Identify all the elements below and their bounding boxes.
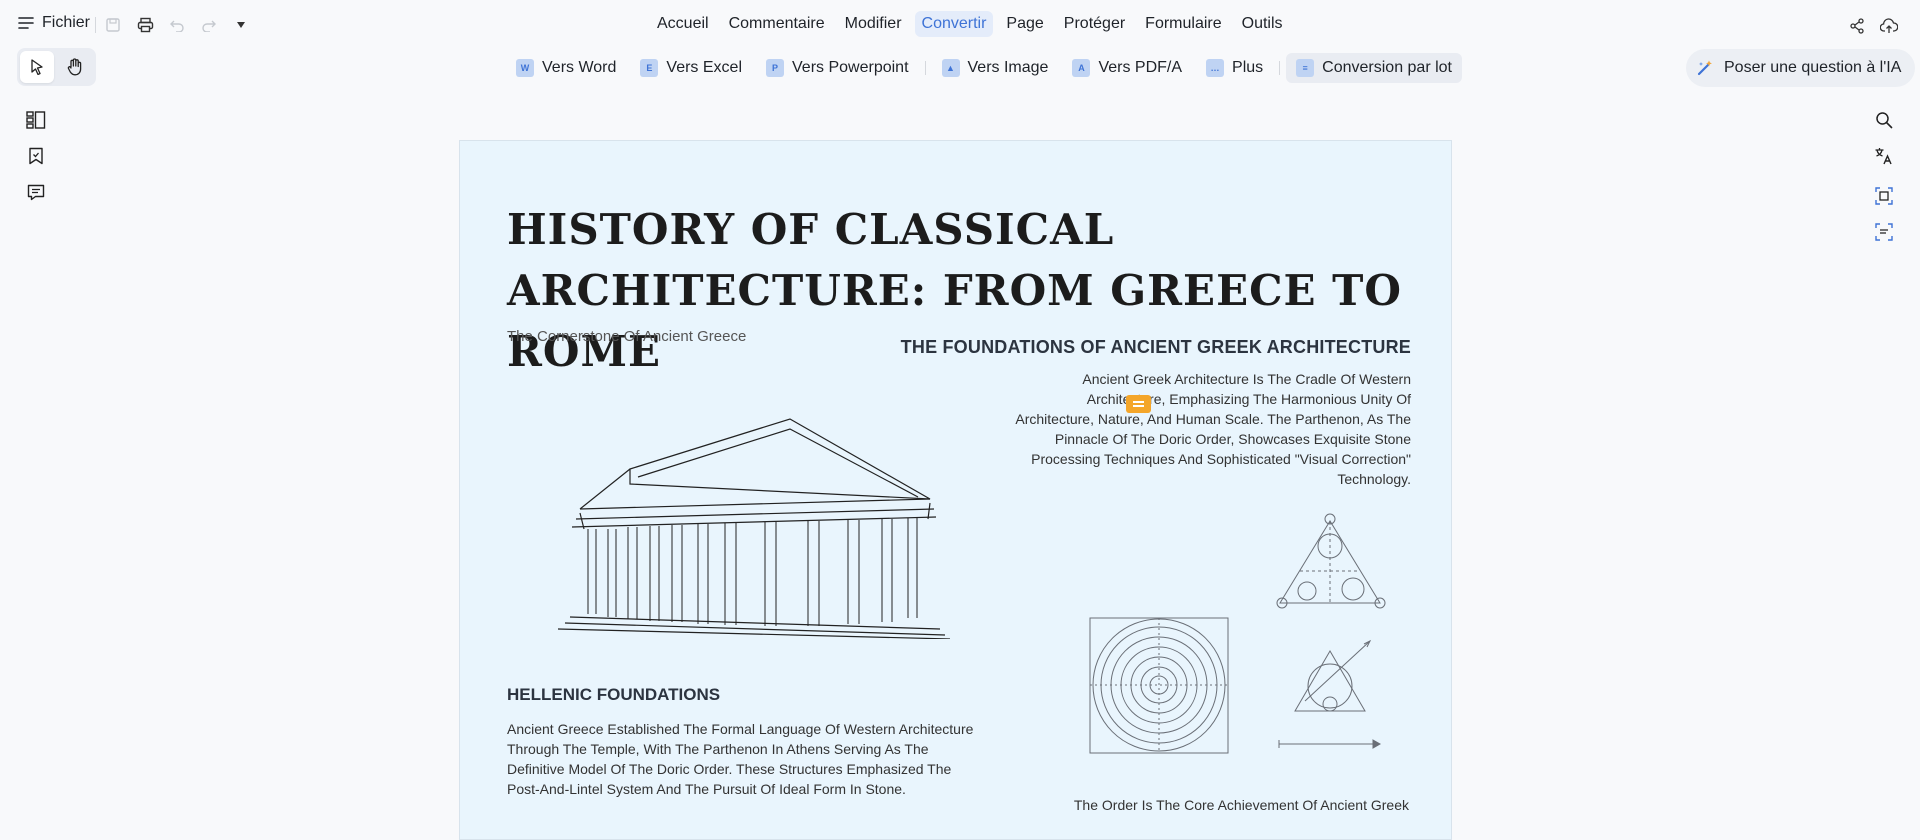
- batch-conversion-label: Conversion par lot: [1322, 59, 1452, 76]
- undo-icon[interactable]: [166, 14, 188, 36]
- word-file-icon: W: [516, 59, 534, 77]
- convert-toolbar: W Vers Word E Vers Excel P Vers Powerpoi…: [506, 50, 1462, 86]
- bookmark-panel-icon[interactable]: [22, 142, 50, 170]
- to-excel-label: Vers Excel: [666, 59, 742, 76]
- cloud-upload-icon[interactable]: [1877, 14, 1901, 38]
- file-menu[interactable]: Fichier: [18, 14, 90, 32]
- menu-page[interactable]: Page: [999, 11, 1050, 37]
- to-powerpoint-button[interactable]: P Vers Powerpoint: [756, 53, 919, 83]
- document-page: HISTORY OF CLASSICAL ARCHITECTURE: FROM …: [459, 140, 1452, 840]
- to-pdfa-label: Vers PDF/A: [1098, 59, 1183, 76]
- paragraph-order: The Order Is The Core Achievement Of Anc…: [1073, 797, 1409, 813]
- to-image-button[interactable]: ▲ Vers Image: [932, 53, 1059, 83]
- paragraph-foundations: Ancient Greek Architecture Is The Cradle…: [1015, 371, 1411, 487]
- print-icon[interactable]: [134, 14, 156, 36]
- hand-tool-button[interactable]: [58, 51, 92, 83]
- to-powerpoint-label: Vers Powerpoint: [792, 59, 909, 76]
- image-file-icon: ▲: [941, 59, 960, 77]
- translate-icon[interactable]: [1870, 142, 1898, 170]
- geometric-diagrams: [1089, 513, 1386, 754]
- heading-foundations: THE FOUNDATIONS OF ANCIENT GREEK ARCHITE…: [900, 337, 1411, 357]
- comments-panel-icon[interactable]: [22, 178, 50, 206]
- main-menu: Accueil Commentaire Modifier Convertir P…: [650, 11, 1290, 37]
- more-button[interactable]: … Plus: [1196, 53, 1273, 83]
- parthenon-illustration: [557, 418, 950, 639]
- save-icon[interactable]: [102, 14, 124, 36]
- toolbar-divider: [1279, 61, 1281, 75]
- to-word-button[interactable]: W Vers Word: [506, 53, 626, 83]
- search-icon[interactable]: [1870, 106, 1898, 134]
- to-image-label: Vers Image: [967, 59, 1049, 76]
- menu-formulaire[interactable]: Formulaire: [1138, 11, 1228, 37]
- to-excel-button[interactable]: E Vers Excel: [630, 53, 752, 83]
- menu-proteger[interactable]: Protéger: [1057, 11, 1132, 37]
- hand-icon: [67, 58, 82, 76]
- menu-convertir[interactable]: Convertir: [914, 11, 994, 37]
- more-label: Plus: [1232, 59, 1264, 76]
- menu-commentaire[interactable]: Commentaire: [722, 11, 832, 37]
- paragraph-hellenic: Ancient Greece Established The Formal La…: [507, 721, 974, 797]
- hamburger-icon: [18, 17, 34, 29]
- toolbar-divider: [924, 61, 926, 75]
- powerpoint-file-icon: P: [766, 59, 784, 77]
- menu-outils[interactable]: Outils: [1235, 11, 1290, 37]
- menu-bar: Fichier Accueil Commentaire Modifier Con…: [0, 0, 1920, 50]
- ask-ai-button[interactable]: Poser une question à l'IA: [1686, 49, 1916, 87]
- batch-conversion-button[interactable]: ≡ Conversion par lot: [1286, 53, 1462, 83]
- batch-file-icon: ≡: [1296, 59, 1315, 77]
- ask-ai-label: Poser une question à l'IA: [1724, 59, 1902, 76]
- menu-modifier[interactable]: Modifier: [838, 11, 909, 37]
- tool-mode-toggle: [17, 48, 96, 86]
- more-file-icon: …: [1206, 59, 1225, 77]
- heading-hellenic: HELLENIC FOUNDATIONS: [507, 685, 721, 704]
- subheading-cornerstone: The Cornerstone Of Ancient Greece: [507, 328, 747, 345]
- ocr-scan-icon[interactable]: [1870, 182, 1898, 210]
- cursor-arrow-icon: [31, 59, 43, 75]
- redo-icon[interactable]: [198, 14, 220, 36]
- share-icon[interactable]: [1845, 14, 1869, 38]
- menu-accueil[interactable]: Accueil: [650, 11, 716, 37]
- pdfa-file-icon: A: [1072, 59, 1091, 77]
- excel-file-icon: E: [640, 59, 659, 77]
- comment-note-icon[interactable]: [1126, 395, 1151, 413]
- to-word-label: Vers Word: [542, 59, 617, 76]
- quick-access-dropdown-icon[interactable]: [230, 14, 252, 36]
- screen-capture-icon[interactable]: [1870, 218, 1898, 246]
- ai-sparkle-icon: [1697, 60, 1712, 76]
- select-tool-button[interactable]: [20, 51, 54, 83]
- file-menu-label: Fichier: [42, 14, 91, 31]
- thumbnails-panel-icon[interactable]: [22, 106, 50, 134]
- to-pdfa-button[interactable]: A Vers PDF/A: [1062, 53, 1192, 83]
- divider: [95, 17, 96, 33]
